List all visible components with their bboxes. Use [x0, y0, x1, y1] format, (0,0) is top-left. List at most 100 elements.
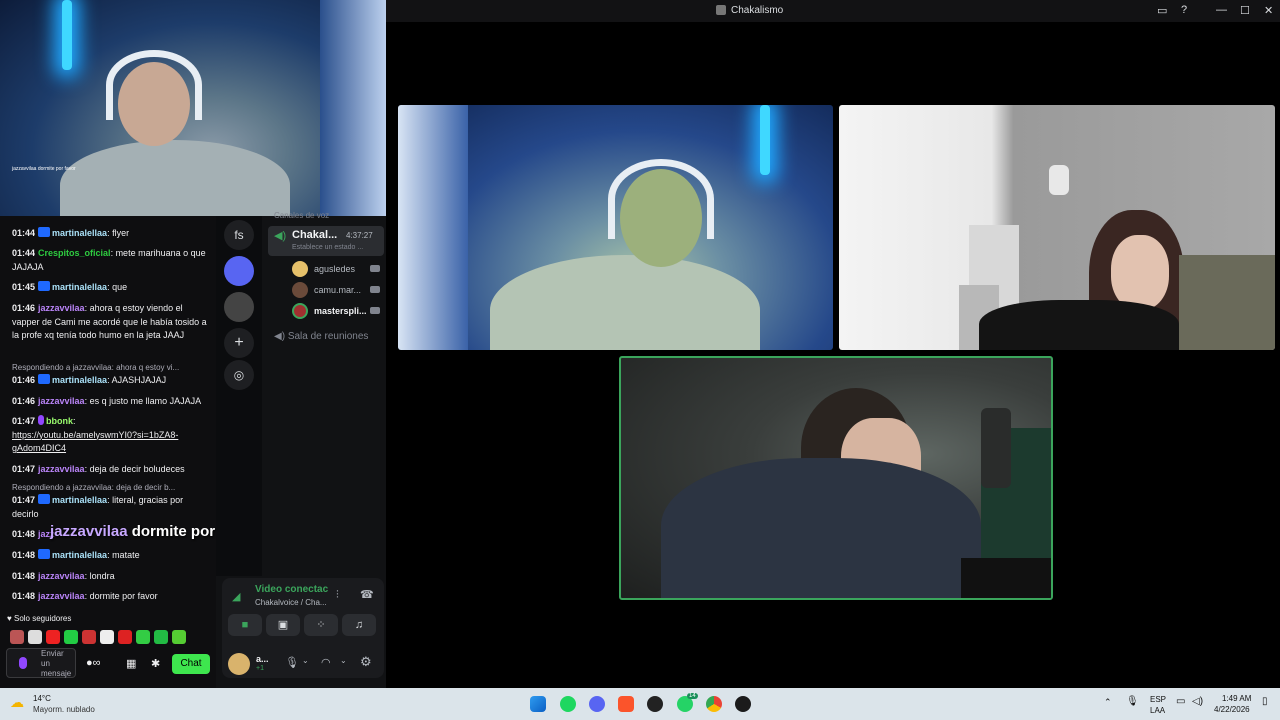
voice-member-name[interactable]: masterspli... — [314, 306, 367, 316]
emote[interactable] — [64, 630, 78, 644]
discover-icon[interactable]: ◎ — [224, 360, 254, 390]
activities-button[interactable]: ⁘ — [304, 614, 338, 636]
avatar[interactable] — [292, 261, 308, 277]
voice-channels-header[interactable]: Canales de voz — [274, 211, 329, 220]
headphones — [608, 159, 714, 239]
chat-input-placeholder: Enviar un mensaje — [41, 649, 72, 678]
camera-icon — [370, 265, 380, 272]
help-icon[interactable]: ? — [1181, 4, 1187, 16]
background-curtain — [320, 0, 386, 216]
chrome-icon[interactable] — [706, 696, 722, 712]
meeting-room-channel[interactable]: ◀) Sala de reuniones — [274, 331, 368, 342]
server-icon-fs[interactable]: fs — [224, 220, 254, 250]
server-folder-icon[interactable] — [224, 292, 254, 322]
brave-icon[interactable] — [618, 696, 634, 712]
video-tile-speaking[interactable] — [619, 356, 1053, 600]
bits-icon[interactable]: ●∞ — [86, 657, 101, 669]
chat-input[interactable]: Enviar un mensaje — [6, 648, 76, 678]
notification-icon[interactable]: ▯ — [1262, 696, 1268, 707]
weather-desc[interactable]: Mayorm. nublado — [33, 705, 95, 714]
obs-icon[interactable] — [647, 696, 663, 712]
maximize-icon[interactable]: ☐ — [1240, 4, 1250, 17]
person-hoodie — [661, 458, 981, 598]
username[interactable]: a... — [256, 654, 269, 664]
network-icon[interactable]: ▭ — [1176, 696, 1185, 707]
voice-member-name[interactable]: camu.mar... — [314, 285, 361, 295]
taskbar — [0, 688, 1280, 720]
emote[interactable] — [136, 630, 150, 644]
background-curtain — [398, 105, 468, 350]
minimize-icon[interactable]: — — [1216, 4, 1227, 16]
emote[interactable] — [172, 630, 186, 644]
voice-status-title[interactable]: Video conectac — [255, 584, 328, 595]
voice-member-name[interactable]: agusledes — [314, 264, 355, 274]
voice-status-subtitle[interactable]: Chakalvoice / Cha... — [255, 598, 327, 607]
noise-suppression-icon[interactable]: ⫶ — [336, 589, 339, 602]
speaker-icon: ◀) — [274, 230, 287, 242]
camera-button[interactable]: ■ — [228, 614, 262, 636]
chat-message: 01:47 jazzavvilaa: deja de decir boludece… — [12, 464, 185, 474]
subscriber-badge-icon — [38, 374, 51, 384]
emote[interactable] — [46, 630, 60, 644]
headphones-icon[interactable]: ◠ — [321, 656, 331, 669]
weather-icon[interactable]: ☁ — [10, 694, 24, 711]
streamer-body — [60, 140, 290, 216]
voice-channel-active[interactable]: ◀) Chakal... 4:37:27 Establece un estado… — [268, 226, 384, 256]
chevron-down-icon[interactable]: ⌄ — [302, 656, 309, 665]
reply-indicator[interactable]: Respondiendo a jazzavvilaa: deja de deci… — [12, 483, 208, 492]
person-shirt — [979, 300, 1179, 350]
stream-preview[interactable]: jazzavvilaa dormite por favor — [0, 0, 386, 216]
store-icon[interactable]: ▦ — [126, 657, 136, 670]
settings-icon[interactable]: ✱ — [151, 657, 160, 670]
discord-icon[interactable] — [589, 696, 605, 712]
chat-message: 01:44 Crespitos_oficial: mete marihuana o… — [12, 248, 206, 272]
soundboard-button[interactable]: ♫ — [342, 614, 376, 636]
clock-date[interactable]: 4/22/2026 — [1214, 705, 1250, 714]
windows-start-icon[interactable] — [530, 696, 546, 712]
chevron-down-icon[interactable]: ⌄ — [340, 656, 347, 665]
video-tile[interactable] — [398, 105, 833, 350]
inbox-icon[interactable]: ▭ — [1157, 4, 1167, 17]
avatar[interactable] — [292, 282, 308, 298]
spotify-icon[interactable] — [560, 696, 576, 712]
emote[interactable] — [154, 630, 168, 644]
chat-link[interactable]: https://youtu.be/amelyswmYI0?si=1bZA8-gA… — [12, 430, 178, 454]
chevron-up-icon[interactable]: ⌃ — [1104, 697, 1112, 708]
input-language[interactable]: ESP — [1150, 695, 1166, 704]
microphone-icon[interactable]: 🎙 — [285, 656, 299, 669]
close-icon[interactable]: ✕ — [1264, 4, 1273, 17]
chat-send-button[interactable]: Chat — [172, 654, 210, 674]
background-light — [62, 0, 72, 70]
microphone-icon[interactable]: 🎙 — [1126, 696, 1139, 707]
window-titlebar[interactable] — [386, 0, 1280, 22]
add-server-icon[interactable]: + — [224, 328, 254, 358]
video-tile[interactable] — [839, 105, 1275, 350]
emote[interactable] — [118, 630, 132, 644]
camera-icon — [370, 286, 380, 293]
emote[interactable] — [100, 630, 114, 644]
emote[interactable] — [28, 630, 42, 644]
disconnect-icon[interactable]: ☎ — [360, 588, 374, 601]
reply-indicator[interactable]: Respondiendo a jazzavvilaa: ahora q esto… — [12, 363, 208, 372]
emote[interactable] — [82, 630, 96, 644]
app-icon[interactable] — [735, 696, 751, 712]
mic-icon[interactable] — [19, 657, 27, 669]
camera-icon — [370, 307, 380, 314]
channel-name: Chakal... — [292, 229, 338, 241]
volume-icon[interactable]: ◁) — [1192, 696, 1203, 707]
input-language-sub[interactable]: LAA — [1150, 706, 1165, 715]
server-folder-icon[interactable] — [224, 256, 254, 286]
avatar[interactable] — [292, 303, 308, 319]
subscriber-badge-icon — [38, 549, 51, 559]
gear-icon[interactable]: ⚙ — [360, 654, 372, 670]
notification-badge: 14 — [687, 693, 698, 699]
avatar[interactable] — [228, 653, 250, 675]
clock-time[interactable]: 1:49 AM — [1222, 694, 1251, 703]
chat-message: 01:45 martinalellaa: que — [12, 281, 128, 292]
channel-status[interactable]: Establece un estado ... — [292, 244, 363, 251]
weather-temp[interactable]: 14°C — [33, 694, 51, 703]
emote[interactable] — [10, 630, 24, 644]
chat-message: 01:46 martinalellaa: AJASHJAJAJ — [12, 374, 167, 385]
share-screen-button[interactable]: ▣ — [266, 614, 300, 636]
window-title: Chakalismo — [731, 5, 784, 16]
